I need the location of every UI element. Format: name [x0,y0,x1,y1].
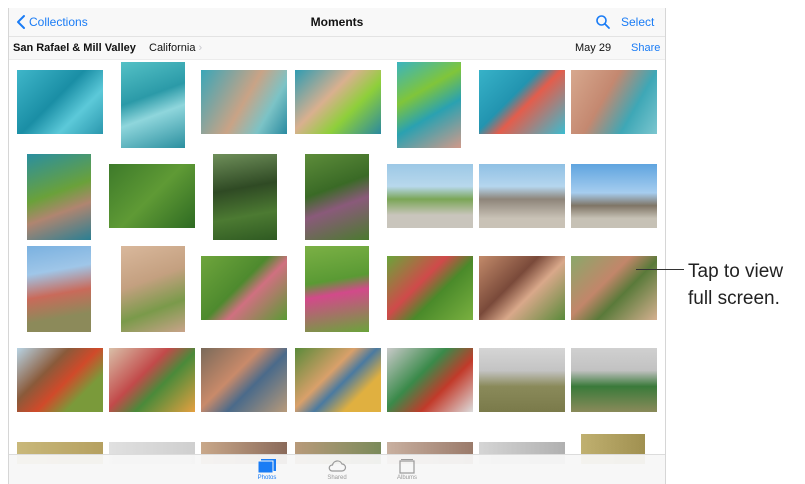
photo-thumbnail[interactable] [27,154,91,240]
select-button[interactable]: Select [621,15,654,29]
callout-leader-line [636,269,684,270]
photo-thumbnail[interactable] [295,70,381,134]
photo-thumbnail[interactable] [571,164,657,228]
photo-thumbnail[interactable] [213,154,277,240]
tab-shared[interactable]: Shared [317,458,357,481]
photos-app-window: Collections Moments Select San Rafael & … [8,8,666,484]
chevron-right-icon: › [198,42,203,54]
share-button[interactable]: Share [631,42,660,54]
photo-thumbnail[interactable] [121,246,185,332]
tab-label: Shared [327,475,347,481]
photo-thumbnail[interactable] [571,348,657,412]
tab-photos[interactable]: Photos [247,458,287,481]
albums-icon [399,459,415,474]
photo-thumbnail[interactable] [387,348,473,412]
photo-thumbnail[interactable] [27,246,91,332]
page-title: Moments [310,15,364,29]
photo-thumbnail[interactable] [201,70,287,134]
photo-thumbnail[interactable] [201,256,287,320]
moment-header: San Rafael & Mill Valley California › May… [9,37,665,60]
photo-thumbnail[interactable] [479,256,565,320]
photo-thumbnail[interactable] [109,348,195,412]
moment-date: May 29 [575,42,612,54]
photo-thumbnail[interactable] [387,164,473,228]
photo-thumbnail[interactable] [571,256,657,320]
callout-text: Tap to view full screen. [688,261,784,309]
photos-icon [257,459,276,474]
moment-region-link[interactable]: California › [149,42,202,54]
photo-thumbnail[interactable] [295,348,381,412]
photo-thumbnail[interactable] [201,348,287,412]
tab-label: Photos [257,475,277,481]
photo-grid [9,60,665,464]
search-icon[interactable] [595,14,611,30]
moment-region: California [149,42,196,54]
photo-thumbnail[interactable] [17,70,103,134]
photo-thumbnail[interactable] [17,348,103,412]
photo-thumbnail[interactable] [479,348,565,412]
photo-thumbnail[interactable] [397,62,461,148]
tab-label: Albums [396,475,417,481]
tab-bar: Photos Shared Albums [9,454,665,484]
navigation-bar: Collections Moments Select [9,8,665,37]
photo-thumbnail[interactable] [571,70,657,134]
cloud-icon [328,460,347,472]
photo-thumbnail[interactable] [305,154,369,240]
photo-thumbnail[interactable] [479,70,565,134]
photo-thumbnail[interactable] [387,256,473,320]
photo-thumbnail[interactable] [121,62,185,148]
tab-albums[interactable]: Albums [387,458,427,481]
photo-thumbnail[interactable] [305,246,369,332]
photo-thumbnail[interactable] [479,164,565,228]
moment-place: San Rafael & Mill Valley [13,42,136,54]
photo-thumbnail[interactable] [109,164,195,228]
